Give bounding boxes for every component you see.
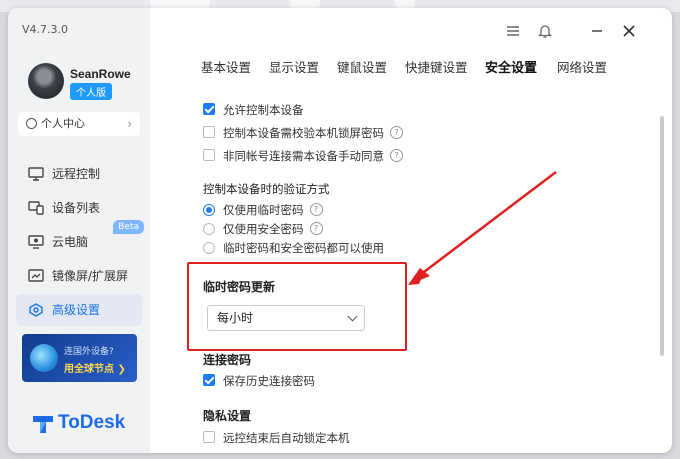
personal-center-label: 个人中心 [41, 117, 85, 130]
devices-icon [28, 201, 44, 215]
avatar[interactable] [28, 63, 64, 99]
sidebar-nav: 远程控制 设备列表 云电脑 Beta 镜像屏/扩展屏 高级设置 [16, 158, 144, 328]
cloud-pc-icon [28, 235, 44, 249]
sidebar: V4.7.3.0 SeanRowe 个人版 个人中心 › 远程控制 设备列表 云… [8, 8, 150, 453]
user-icon [26, 117, 37, 129]
sidebar-item-label: 远程控制 [52, 167, 101, 181]
brand-name: ToDesk [58, 412, 126, 433]
mirror-screen-icon [28, 269, 44, 282]
monitor-icon [28, 167, 44, 181]
sidebar-item-advanced-settings[interactable]: 高级设置 [16, 294, 142, 326]
plan-badge: 个人版 [70, 83, 112, 100]
annotation-arrow [408, 171, 557, 285]
security-settings: 允许控制本设备 控制本设备需校验本机锁屏密码? 非同帐号连接需本设备手动同意? … [150, 8, 672, 453]
sidebar-item-label: 镜像屏/扩展屏 [52, 269, 129, 283]
main-panel: 基本设置 显示设置 键鼠设置 快捷键设置 安全设置 网络设置 允许控制本设备 控… [150, 8, 672, 453]
username: SeanRowe [70, 67, 131, 81]
sidebar-item-cloud-pc[interactable]: 云电脑 Beta [16, 220, 144, 258]
chevron-right-icon: › [127, 117, 132, 131]
sidebar-item-label: 设备列表 [52, 201, 101, 215]
sidebar-item-mirror-screen[interactable]: 镜像屏/扩展屏 [16, 260, 142, 292]
globe-icon [30, 344, 58, 372]
personal-center-button[interactable]: 个人中心 › [18, 112, 140, 136]
app-version: V4.7.3.0 [22, 23, 69, 36]
promo-line2: 用全球节点 ❯ [64, 364, 126, 375]
scrollbar[interactable] [660, 116, 664, 356]
global-node-promo-banner[interactable]: 连国外设备? 用全球节点 ❯ [22, 334, 137, 382]
sidebar-item-label: 云电脑 [52, 235, 89, 249]
sidebar-item-remote-control[interactable]: 远程控制 [16, 158, 142, 190]
todesk-window: V4.7.3.0 SeanRowe 个人版 个人中心 › 远程控制 设备列表 云… [8, 8, 672, 453]
sidebar-item-label: 高级设置 [52, 303, 101, 317]
promo-line1: 连国外设备? [64, 347, 114, 357]
advanced-settings-icon [29, 303, 43, 317]
beta-badge: Beta [113, 220, 144, 234]
todesk-logo-mark-icon [33, 416, 53, 433]
